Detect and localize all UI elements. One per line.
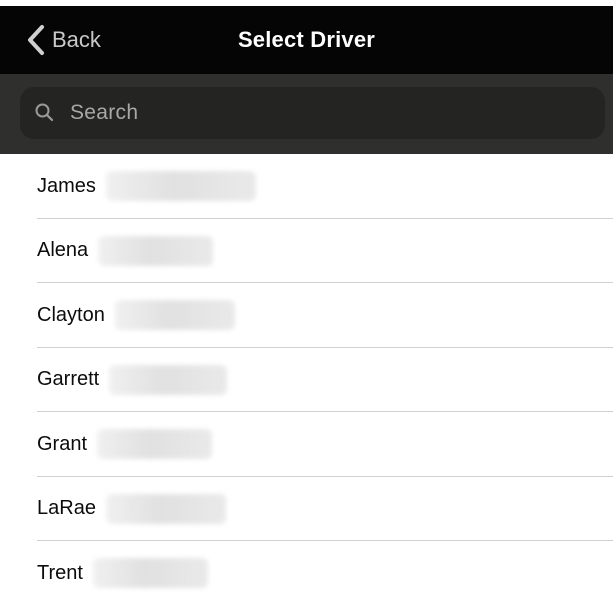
redacted-surname xyxy=(98,235,214,266)
redacted-surname xyxy=(97,429,213,460)
driver-row-garrett[interactable]: Garrett xyxy=(0,348,613,413)
driver-list: James Alena Clayton Garrett Grant LaRae … xyxy=(0,154,613,602)
search-placeholder: Search xyxy=(70,101,139,124)
driver-row-trent[interactable]: Trent xyxy=(0,541,613,602)
driver-row-grant[interactable]: Grant xyxy=(0,412,613,477)
search-input[interactable]: Search xyxy=(20,87,605,139)
back-button[interactable]: Back xyxy=(26,23,101,57)
driver-first-name: Grant xyxy=(37,432,88,455)
navigation-bar: Back Select Driver xyxy=(0,6,613,74)
redacted-surname xyxy=(114,300,235,331)
search-bar: Search xyxy=(0,74,613,154)
driver-row-james[interactable]: James xyxy=(0,154,613,219)
driver-first-name: James xyxy=(37,174,96,197)
redacted-surname xyxy=(105,171,256,202)
driver-first-name: Alena xyxy=(37,239,89,262)
redacted-surname xyxy=(92,558,208,589)
driver-row-alena[interactable]: Alena xyxy=(0,219,613,284)
driver-first-name: LaRae xyxy=(37,497,96,520)
driver-first-name: Garrett xyxy=(37,368,100,391)
chevron-left-icon xyxy=(28,25,44,55)
search-icon xyxy=(35,103,54,122)
driver-first-name: Clayton xyxy=(37,303,105,326)
redacted-surname xyxy=(105,493,226,524)
driver-first-name: Trent xyxy=(37,561,83,584)
driver-row-clayton[interactable]: Clayton xyxy=(0,283,613,348)
driver-row-larae[interactable]: LaRae xyxy=(0,477,613,542)
back-button-label: Back xyxy=(52,27,101,52)
redacted-surname xyxy=(109,364,228,395)
select-driver-screen: Back Select Driver Search James Alena Cl… xyxy=(0,0,613,602)
